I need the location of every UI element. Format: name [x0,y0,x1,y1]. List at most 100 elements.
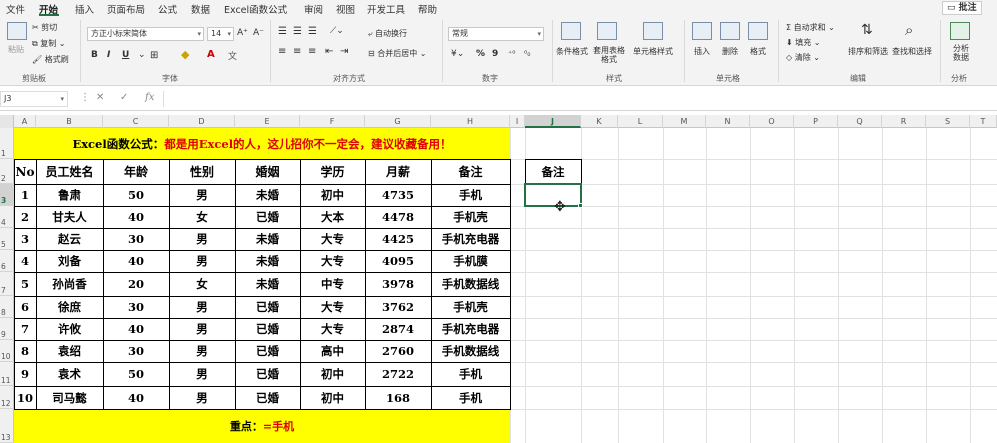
table-cell[interactable]: 40 [103,386,169,409]
more-options-icon[interactable]: ⋮ [80,92,90,103]
table-cell[interactable]: 司马懿 [36,386,103,409]
table-cell[interactable]: 手机充电器 [431,318,510,340]
font-size-select[interactable]: 14 ▾ [207,27,234,41]
bold-button[interactable]: B [91,50,98,60]
column-header-f[interactable]: F [300,115,365,128]
tab-insert[interactable]: 插入 [75,2,94,16]
table-cell[interactable]: 未婚 [235,272,300,296]
fill-color-icon[interactable]: ◆ [181,48,189,61]
cut-button[interactable]: ✂ 剪切 [32,22,57,33]
table-cell[interactable]: 徐庶 [36,296,103,318]
format-table-icon[interactable] [597,22,617,40]
table-cell[interactable]: 未婚 [235,184,300,206]
table-cell[interactable]: 已婚 [235,206,300,228]
column-header-a[interactable]: A [14,115,36,128]
table-cell[interactable]: 女 [169,272,235,296]
column-header-q[interactable]: Q [838,115,882,128]
tab-page-layout[interactable]: 页面布局 [107,2,145,16]
column-header-e[interactable]: E [235,115,300,128]
wrap-text-button[interactable]: ⤶ 自动换行 [368,28,407,39]
align-center-icon[interactable]: ≡ [293,46,301,57]
table-cell[interactable]: 30 [103,340,169,362]
align-left-icon[interactable]: ≡ [278,46,286,57]
cell-styles-button[interactable]: 单元格样式 [633,46,673,57]
column-header-s[interactable]: S [926,115,970,128]
row-header-9[interactable]: 9 [0,318,14,340]
column-header-l[interactable]: L [618,115,663,128]
tab-view[interactable]: 视图 [336,2,355,16]
table-cell[interactable]: 男 [169,228,235,250]
column-header-n[interactable]: N [706,115,750,128]
table-cell[interactable]: 女 [169,206,235,228]
column-header-d[interactable]: D [169,115,235,128]
row-header-8[interactable]: 8 [0,296,14,318]
table-cell[interactable]: 手机 [431,184,510,206]
table-header-cell[interactable]: No [14,159,36,184]
sort-filter-button[interactable]: 排序和筛选 [848,46,888,57]
align-top-icon[interactable]: ☰ [278,26,287,37]
table-cell[interactable]: 男 [169,386,235,409]
column-header-b[interactable]: B [36,115,103,128]
column-header-r[interactable]: R [882,115,926,128]
insert-function-icon[interactable]: fx [145,92,154,103]
table-cell[interactable]: 7 [14,318,36,340]
table-header-cell[interactable]: 婚姻 [235,159,300,184]
table-cell[interactable]: 手机充电器 [431,228,510,250]
table-cell[interactable]: 男 [169,362,235,386]
table-cell[interactable]: 3762 [365,296,431,318]
table-cell[interactable]: 手机 [431,362,510,386]
table-cell[interactable]: 50 [103,362,169,386]
tab-help[interactable]: 帮助 [418,2,437,16]
cell-styles-icon[interactable] [643,22,663,40]
table-cell[interactable]: 袁绍 [36,340,103,362]
table-cell[interactable]: 男 [169,296,235,318]
table-cell[interactable]: 5 [14,272,36,296]
table-header-cell[interactable]: 月薪 [365,159,431,184]
table-cell[interactable]: 初中 [300,362,365,386]
align-middle-icon[interactable]: ☰ [293,26,302,37]
name-box[interactable]: J3 ▾ [0,91,68,107]
row-header-3[interactable]: 3 [0,184,14,206]
select-all-corner[interactable] [0,115,14,128]
copy-button[interactable]: ⧉ 复制 ⌄ [32,38,66,49]
insert-cells-button[interactable]: 插入 [694,46,710,57]
row-header-4[interactable]: 4 [0,206,14,228]
formula-input[interactable] [163,91,997,107]
table-cell[interactable]: 2 [14,206,36,228]
row-header-12[interactable]: 12 [0,386,14,409]
paste-icon[interactable] [7,22,27,40]
currency-icon[interactable]: ¥⌄ [451,49,464,59]
analyze-data-button[interactable]: 分析数据 [952,44,970,62]
increase-font-icon[interactable]: A⁺ [237,28,248,38]
table-cell[interactable]: 40 [103,318,169,340]
row-header-10[interactable]: 10 [0,340,14,362]
table-cell[interactable]: 刘备 [36,250,103,272]
format-table-button[interactable]: 套用表格格式 [590,46,628,64]
fill-handle[interactable] [578,203,583,208]
format-cells-icon[interactable] [748,22,768,40]
table-cell[interactable]: 168 [365,386,431,409]
analyze-data-icon[interactable] [950,22,970,40]
merge-center-button[interactable]: ⊟ 合并后居中 ⌄ [368,48,427,59]
phonetic-icon[interactable]: 文 [228,49,237,62]
table-cell[interactable]: 手机 [431,386,510,409]
table-cell[interactable]: 已婚 [235,296,300,318]
table-header-cell[interactable]: 备注 [431,159,510,184]
column-header-k[interactable]: K [581,115,618,128]
column-header-t[interactable]: T [970,115,997,128]
tab-review[interactable]: 审阅 [304,2,323,16]
format-cells-button[interactable]: 格式 [750,46,766,57]
border-icon[interactable]: ⊞ [150,50,158,61]
table-cell[interactable]: 30 [103,228,169,250]
table-cell[interactable]: 许攸 [36,318,103,340]
selected-cell[interactable] [524,183,582,207]
row-header-2[interactable]: 2 [0,159,14,184]
column-header-p[interactable]: P [794,115,838,128]
table-cell[interactable]: 手机膜 [431,250,510,272]
decrease-decimal-icon[interactable]: ⁰₀ [524,49,530,58]
row-header-6[interactable]: 6 [0,250,14,272]
column-header-o[interactable]: O [750,115,794,128]
insert-cells-icon[interactable] [692,22,712,40]
table-cell[interactable]: 男 [169,340,235,362]
table-cell[interactable]: 4478 [365,206,431,228]
